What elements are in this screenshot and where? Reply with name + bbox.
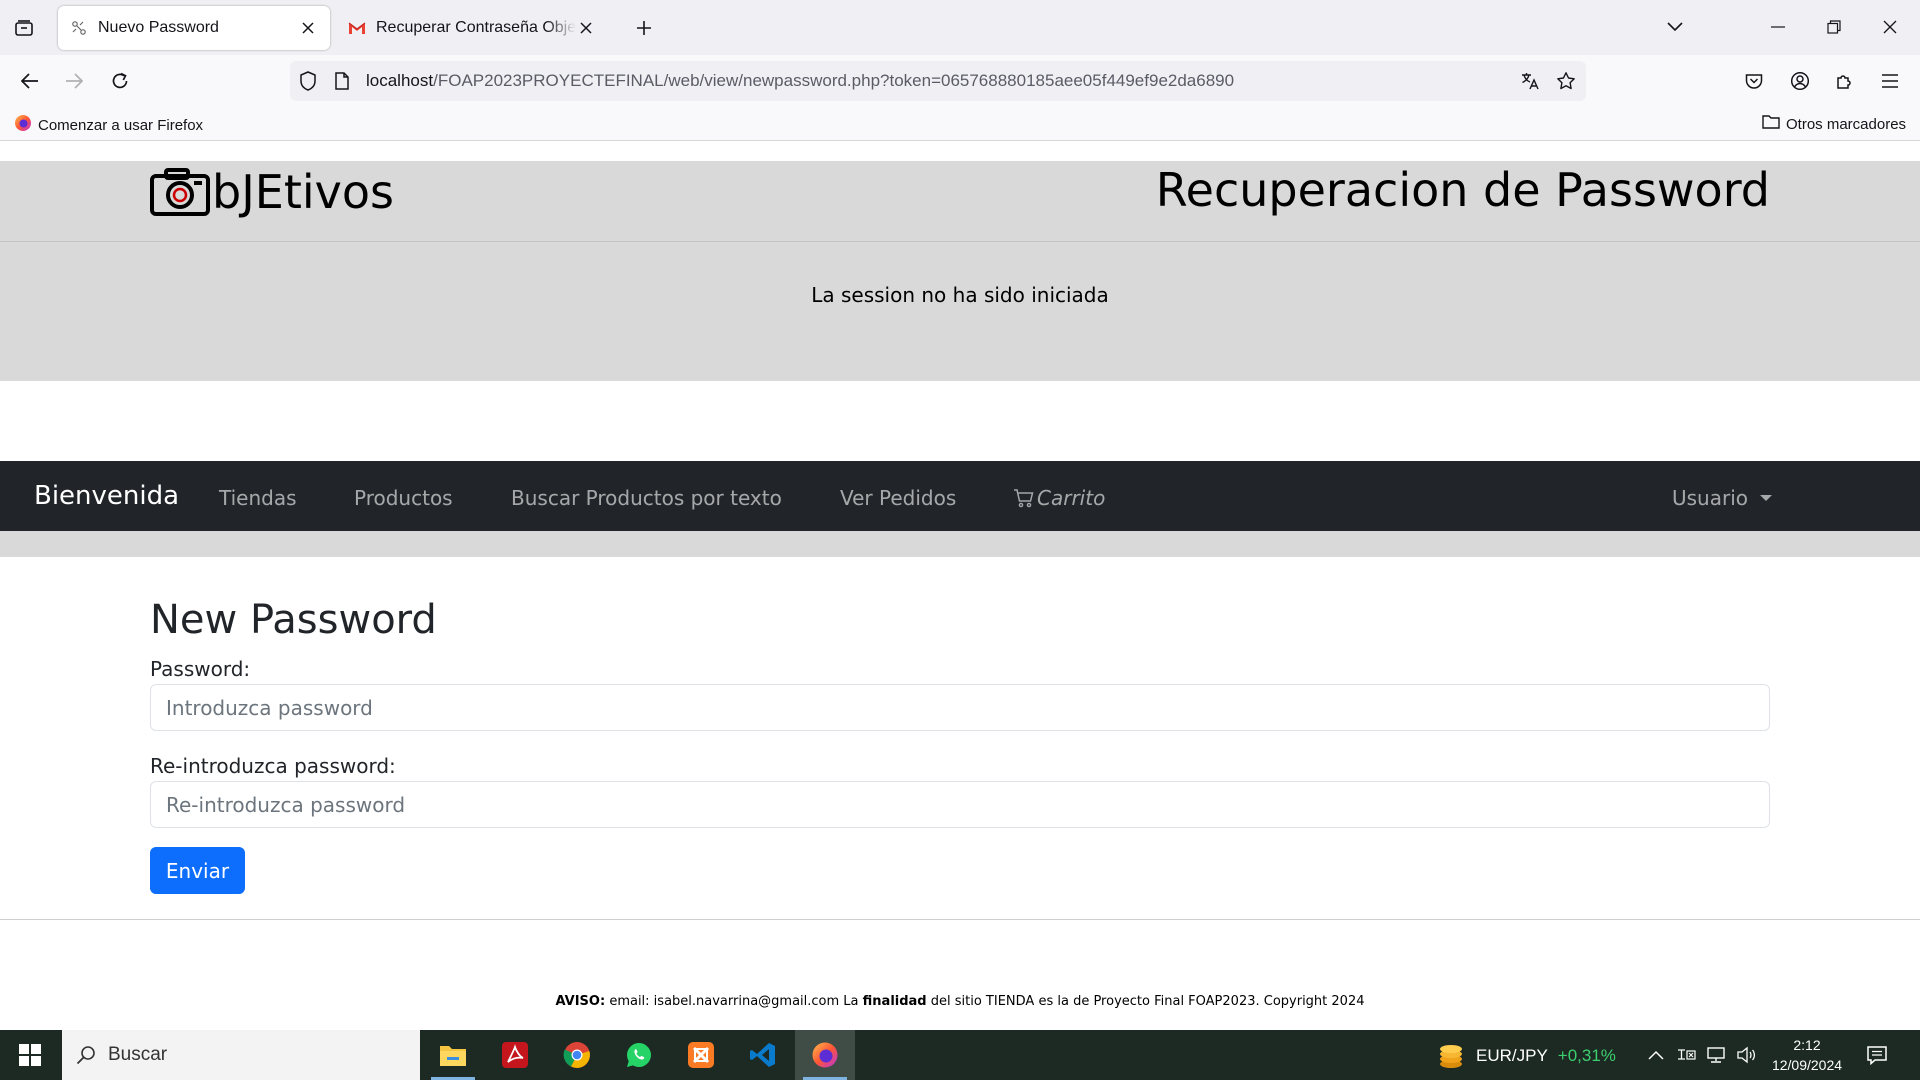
currency-ticker-widget[interactable]: EUR/JPY +0,31% <box>1436 1042 1616 1070</box>
repeat-password-input[interactable] <box>150 781 1770 828</box>
browser-toolbar: localhost/FOAP2023PROYECTEFINAL/web/view… <box>0 55 1920 107</box>
submit-button[interactable]: Enviar <box>150 847 245 894</box>
nav-brand-bienvenida[interactable]: Bienvenida <box>34 481 179 511</box>
back-icon[interactable] <box>14 65 46 97</box>
clock-date: 12/09/2024 <box>1771 1057 1843 1073</box>
list-all-tabs-icon[interactable] <box>1660 12 1690 42</box>
session-status: La session no ha sido iniciada <box>811 283 1109 307</box>
password-label: Password: <box>150 657 251 681</box>
chrome-icon[interactable] <box>547 1030 607 1080</box>
url-path: /FOAP2023PROYECTEFINAL/web/view/newpassw… <box>433 71 1235 90</box>
footer-text-1: email: isabel.navarrina@gmail.com La <box>605 994 863 1009</box>
new-tab-icon[interactable] <box>630 14 658 42</box>
windows-taskbar: Buscar EUR/JPY +0,31% 2:12 12/09/2024 <box>0 1030 1920 1080</box>
gmail-icon <box>348 19 366 37</box>
account-icon[interactable] <box>1784 65 1816 97</box>
tab-nuevo-password[interactable]: Nuevo Password <box>58 6 330 50</box>
minimize-icon[interactable] <box>1763 12 1793 42</box>
clock-time: 2:12 <box>1793 1037 1821 1053</box>
main-navbar: Bienvenida Tiendas Productos Buscar Prod… <box>0 461 1920 531</box>
web-page: bJEtivos Recuperacion de Password La ses… <box>0 141 1920 1030</box>
footer-finalidad: finalidad <box>862 994 927 1009</box>
firefox-icon <box>14 114 32 136</box>
cart-icon <box>1014 489 1034 508</box>
folder-icon <box>1762 114 1780 134</box>
close-window-icon[interactable] <box>1875 12 1905 42</box>
bookmarks-toolbar: Comenzar a usar Firefox Otros marcadores <box>0 107 1920 141</box>
ime-icon[interactable] <box>1676 1045 1696 1065</box>
tab-title: Recuperar Contraseña Objetivos <box>376 19 576 36</box>
search-placeholder: Buscar <box>108 1044 168 1065</box>
ticker-symbol: EUR/JPY <box>1476 1046 1548 1065</box>
taskbar-clock[interactable]: 2:12 12/09/2024 <box>1762 1035 1852 1075</box>
browser-tab-bar: Nuevo Password Recuperar Contraseña Obje… <box>0 0 1920 55</box>
user-dropdown-toggle[interactable]: Usuario <box>1672 486 1772 510</box>
close-tab-icon[interactable] <box>298 18 318 38</box>
content-divider <box>0 919 1920 920</box>
url-text[interactable]: localhost/FOAP2023PROYECTEFINAL/web/view… <box>366 71 1234 91</box>
volume-icon[interactable] <box>1736 1045 1756 1065</box>
url-host: localhost <box>366 71 434 90</box>
footer-text-2: del sitio TIENDA es la de Proyecto Final… <box>926 994 1365 1009</box>
password-input[interactable] <box>150 684 1770 731</box>
repeat-password-label: Re-introduzca password: <box>150 754 396 778</box>
windows-start-icon[interactable] <box>0 1030 60 1080</box>
restore-icon[interactable] <box>1819 12 1849 42</box>
page-heading: Recuperacion de Password <box>1155 163 1770 217</box>
form-title: New Password <box>150 597 437 643</box>
page-icon[interactable] <box>330 69 354 93</box>
reload-icon[interactable] <box>104 65 136 97</box>
tab-recuperar-contrasena[interactable]: Recuperar Contraseña Objetivos <box>336 6 608 50</box>
coins-icon <box>1440 1045 1462 1068</box>
tab-title: Nuevo Password <box>98 19 219 36</box>
page-favicon-icon <box>70 19 88 37</box>
search-icon <box>76 1046 95 1065</box>
whatsapp-icon[interactable] <box>609 1030 669 1080</box>
logo-text: bJEtivos <box>212 165 394 219</box>
nav-under-band <box>0 531 1920 557</box>
nav-link-carrito[interactable]: Carrito <box>1013 486 1105 510</box>
extensions-icon[interactable] <box>1828 65 1860 97</box>
bookmark-getting-started[interactable]: Comenzar a usar Firefox <box>14 114 203 136</box>
network-icon[interactable] <box>1706 1045 1726 1065</box>
camera-icon <box>150 168 210 216</box>
header-divider <box>0 241 1920 242</box>
xampp-icon[interactable] <box>671 1030 731 1080</box>
vscode-icon[interactable] <box>733 1030 793 1080</box>
chevron-up-icon[interactable] <box>1646 1045 1666 1065</box>
pocket-icon[interactable] <box>1738 65 1770 97</box>
bookmark-label: Comenzar a usar Firefox <box>38 116 204 134</box>
footer-aviso: AVISO: <box>555 994 606 1009</box>
cart-label: Carrito <box>1037 486 1106 510</box>
site-logo[interactable]: bJEtivos <box>150 165 394 219</box>
caret-down-icon <box>1760 495 1772 501</box>
taskbar-search-box[interactable]: Buscar <box>62 1030 420 1080</box>
file-explorer-icon[interactable] <box>423 1030 483 1080</box>
nav-link-ver-pedidos[interactable]: Ver Pedidos <box>840 486 956 510</box>
url-bar[interactable]: localhost/FOAP2023PROYECTEFINAL/web/view… <box>290 61 1586 101</box>
tab-list-icon[interactable] <box>10 14 38 42</box>
nav-link-buscar-productos[interactable]: Buscar Productos por texto <box>511 486 782 510</box>
shield-icon[interactable] <box>296 69 320 93</box>
menu-hamburger-icon[interactable] <box>1874 65 1906 97</box>
nav-link-productos[interactable]: Productos <box>354 486 453 510</box>
close-tab-icon[interactable] <box>576 18 596 38</box>
bookmark-other-folder[interactable]: Otros marcadores <box>1762 114 1906 134</box>
ticker-change: +0,31% <box>1557 1046 1616 1065</box>
acrobat-icon[interactable] <box>485 1030 545 1080</box>
translate-icon[interactable] <box>1518 69 1542 93</box>
firefox-taskbar-icon[interactable] <box>795 1030 855 1080</box>
bookmark-label: Otros marcadores <box>1786 115 1907 133</box>
bookmark-star-icon[interactable] <box>1554 69 1578 93</box>
footer-notice: AVISO: email: isabel.navarrina@gmail.com… <box>0 994 1920 1009</box>
user-menu-label: Usuario <box>1671 486 1748 510</box>
notifications-icon[interactable] <box>1864 1043 1890 1067</box>
nav-link-tiendas[interactable]: Tiendas <box>219 486 297 510</box>
site-header: bJEtivos Recuperacion de Password La ses… <box>0 161 1920 381</box>
forward-icon[interactable] <box>58 65 90 97</box>
